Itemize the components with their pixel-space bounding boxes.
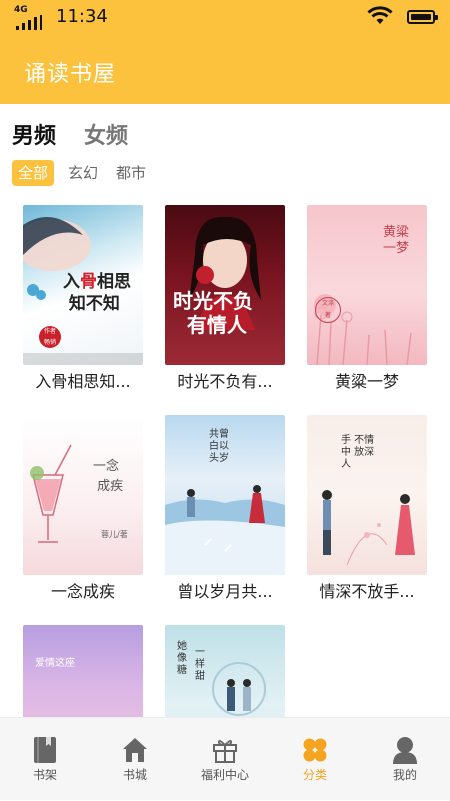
- nav-bookshelf[interactable]: 书架: [0, 718, 90, 801]
- book-card[interactable]: 入骨相思 知不知 作者 畅销 入骨相思知...: [23, 205, 143, 405]
- category-icon: [303, 738, 327, 762]
- book-card[interactable]: 黄粱 一梦 文涤著 黄粱一梦: [307, 205, 427, 405]
- book-grid: 入骨相思 知不知 作者 畅销 入骨相思知... 时光不负 有情人 时光不负有...: [0, 205, 450, 717]
- nav-label: 书城: [122, 768, 147, 782]
- book-title: 时光不负有...: [177, 372, 273, 391]
- nav-label: 分类: [302, 768, 327, 782]
- book-card[interactable]: 一念 成疾 蓉儿/著 一念成疾: [23, 415, 143, 615]
- book-cover: 她像糖 一样甜: [165, 625, 285, 717]
- book-title: 入骨相思知...: [35, 372, 131, 391]
- book-card[interactable]: 时光不负 有情人 时光不负有...: [165, 205, 285, 405]
- status-time: 11:34: [56, 6, 108, 27]
- book-cover: 黄粱 一梦 文涤著: [307, 205, 427, 365]
- book-cover: 手 不情中 放深人: [307, 415, 427, 575]
- book-card[interactable]: 爱情这座: [23, 625, 143, 717]
- book-cover: 时光不负 有情人: [165, 205, 285, 365]
- book-card[interactable]: 她像糖 一样甜: [165, 625, 285, 717]
- status-bar: 4G 11:34: [0, 0, 450, 34]
- book-icon: [34, 737, 56, 763]
- book-cover: 共曾 白以 头岁: [165, 415, 285, 575]
- nav-category[interactable]: 分类: [270, 718, 360, 801]
- category-urban[interactable]: 都市: [116, 160, 146, 186]
- nav-profile[interactable]: 我的: [360, 718, 450, 801]
- gift-icon: [213, 740, 237, 763]
- tab-female[interactable]: 女频: [84, 118, 128, 150]
- nav-label: 书架: [32, 768, 57, 782]
- book-card[interactable]: 共曾 白以 头岁 曾以岁月共...: [165, 415, 285, 615]
- app-title: 诵读书屋: [24, 62, 117, 87]
- book-card[interactable]: 手 不情中 放深人 情深不放手...: [307, 415, 427, 615]
- book-cover: 一念 成疾 蓉儿/著: [23, 415, 143, 575]
- nav-welfare[interactable]: 福利中心: [180, 718, 270, 801]
- book-cover: 爱情这座: [23, 625, 143, 717]
- network-type: 4G: [14, 5, 28, 15]
- nav-label: 我的: [392, 768, 417, 782]
- category-all[interactable]: 全部: [12, 160, 55, 186]
- bottom-navigation: 书架 书城 福利中心 分类 我的: [0, 717, 450, 800]
- nav-bookstore[interactable]: 书城: [90, 718, 180, 801]
- book-title: 情深不放手...: [319, 582, 415, 601]
- home-icon: [123, 738, 147, 762]
- app-header: 诵读书屋: [0, 34, 450, 104]
- book-cover: 入骨相思 知不知 作者 畅销: [23, 205, 143, 365]
- battery-icon: [407, 10, 438, 24]
- nav-label: 福利中心: [200, 768, 249, 782]
- cellular-signal-icon: 4G: [14, 5, 44, 31]
- wifi-icon: [367, 6, 393, 24]
- book-title: 一念成疾: [50, 582, 115, 601]
- user-icon: [393, 737, 417, 764]
- book-title: 曾以岁月共...: [177, 582, 273, 601]
- book-title: 黄粱一梦: [334, 372, 399, 391]
- category-fantasy[interactable]: 玄幻: [68, 160, 98, 186]
- tab-male[interactable]: 男频: [12, 118, 56, 150]
